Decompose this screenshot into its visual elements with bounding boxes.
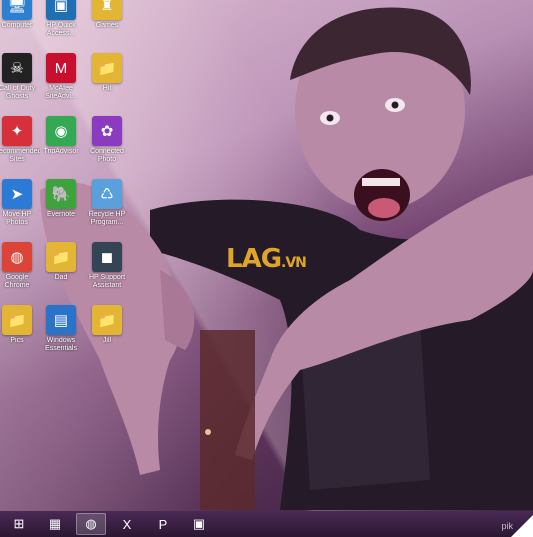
photo-viewer-icon[interactable]: ▣ bbox=[184, 513, 214, 535]
desktop-icon[interactable]: ♜ Games bbox=[84, 0, 130, 52]
desktop-icon-label: Recycle HP Program... bbox=[88, 211, 126, 226]
desktop-icon-image: ✿ bbox=[92, 116, 122, 146]
file-explorer-icon[interactable]: ▦ bbox=[40, 513, 70, 535]
desktop-icon[interactable]: ▣ HP Quick Access... bbox=[38, 0, 84, 52]
watermark-logo: LAG.VN bbox=[226, 244, 307, 274]
desktop-icon-label: Hit bbox=[102, 85, 112, 92]
desktop-icon[interactable]: ✦ Recommended Sites bbox=[0, 116, 40, 178]
page-corner-fold bbox=[511, 515, 533, 537]
desktop-icon-image: ◉ bbox=[46, 116, 76, 146]
desktop-icon-image: 📁 bbox=[46, 242, 76, 272]
desktop-icon-label: Dad bbox=[54, 274, 68, 281]
watermark-main: LAG bbox=[226, 244, 282, 274]
desktop-icon-image: ◍ bbox=[2, 242, 32, 272]
excel-icon[interactable]: X bbox=[112, 513, 142, 535]
desktop-icon-image: ➤ bbox=[2, 179, 32, 209]
desktop-icon[interactable]: ➤ Move HP Photos bbox=[0, 179, 40, 241]
desktop-icon[interactable]: ✿ Connected Photo bbox=[84, 116, 130, 178]
desktop-icon[interactable]: ♺ Recycle HP Program... bbox=[84, 179, 130, 241]
desktop-icon[interactable]: ☠ Call of Duty Ghosts bbox=[0, 53, 40, 115]
desktop-icon-label: Connected Photo bbox=[90, 148, 124, 163]
desktop-icon-label: Jill bbox=[102, 337, 112, 344]
desktop-icon[interactable]: 📁 Pics bbox=[0, 305, 40, 367]
taskbar: ⊞ ▦ ◍ X P ▣ bbox=[0, 511, 533, 537]
desktop-icon-label: McAfee SiteAdvi... bbox=[45, 85, 77, 100]
desktop-icon-label: Move HP Photos bbox=[2, 211, 32, 226]
desktop-icon-image: 📁 bbox=[92, 53, 122, 83]
desktop-icon[interactable]: 📁 Jill bbox=[84, 305, 130, 367]
desktop-icon-image: ♜ bbox=[92, 0, 122, 20]
desktop-icon-image: 🖥 bbox=[2, 0, 32, 20]
desktop-icon[interactable]: ◼ HP Support Assistant bbox=[84, 242, 130, 304]
desktop-icon-label: Google Chrome bbox=[4, 274, 30, 289]
desktop-icon[interactable]: 📁 Hit bbox=[84, 53, 130, 115]
desktop-icon-image: 🐘 bbox=[46, 179, 76, 209]
desktop-icon-label: TripAdvisor bbox=[43, 148, 79, 155]
desktop-icon-label: Recommended Sites bbox=[0, 148, 40, 163]
desktop-icon-label: HP Support Assistant bbox=[88, 274, 126, 289]
watermark-suffix: .VN bbox=[281, 255, 307, 271]
desktop-icon-image: M bbox=[46, 53, 76, 83]
desktop-icon[interactable]: ◉ TripAdvisor bbox=[38, 116, 84, 178]
desktop-icon[interactable]: ▤ Windows Essentials bbox=[38, 305, 84, 367]
chrome-icon[interactable]: ◍ bbox=[76, 513, 106, 535]
desktop-icon-image: ▣ bbox=[46, 0, 76, 20]
powerpoint-icon[interactable]: P bbox=[148, 513, 178, 535]
desktop-icon-image: ♺ bbox=[92, 179, 122, 209]
desktop-icon-label: Windows Essentials bbox=[45, 337, 77, 352]
desktop-icon-image: ◼ bbox=[92, 242, 122, 272]
desktop-icon-label: Computer bbox=[1, 22, 33, 29]
desktop-icon-image: 📁 bbox=[2, 305, 32, 335]
desktop-icon-label: HP Quick Access... bbox=[46, 22, 76, 37]
desktop-icon[interactable]: 🖥 Computer bbox=[0, 0, 40, 52]
desktop-wallpaper: 🖥 Computer ▣ HP Quick Access... ♜ Games ☠ Call … bbox=[0, 0, 533, 537]
desktop-icon-label: Call of Duty Ghosts bbox=[0, 85, 36, 100]
desktop-icon-image: ☠ bbox=[2, 53, 32, 83]
desktop-icon-label: Pics bbox=[10, 337, 24, 344]
desktop-icon-image: ▤ bbox=[46, 305, 76, 335]
desktop-icon-image: ✦ bbox=[2, 116, 32, 146]
desktop-icon-label: Games bbox=[95, 22, 119, 29]
desktop-icon[interactable]: ◍ Google Chrome bbox=[0, 242, 40, 304]
desktop-icon-label: Evernote bbox=[46, 211, 76, 218]
desktop-icon[interactable]: 🐘 Evernote bbox=[38, 179, 84, 241]
desktop-icon-image: 📁 bbox=[92, 305, 122, 335]
desktop-icon[interactable]: 📁 Dad bbox=[38, 242, 84, 304]
desktop-icon[interactable]: M McAfee SiteAdvi... bbox=[38, 53, 84, 115]
start-icon[interactable]: ⊞ bbox=[4, 513, 34, 535]
